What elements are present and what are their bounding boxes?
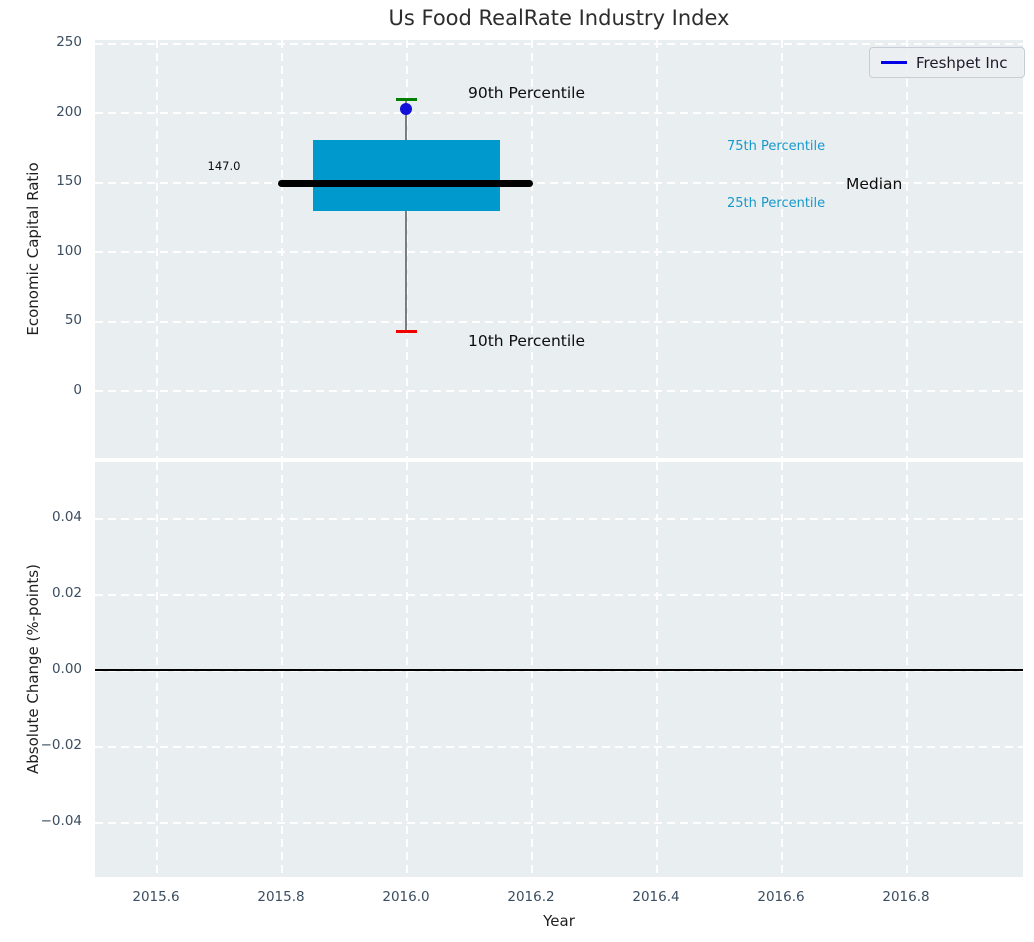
xtick: 2015.8 bbox=[246, 889, 316, 905]
annotation-90th-percentile: 90th Percentile bbox=[468, 84, 585, 102]
gridline-h bbox=[95, 390, 1023, 392]
legend-label: Freshpet Inc bbox=[916, 54, 1008, 72]
gridline-h bbox=[95, 822, 1023, 824]
ytick-top: 250 bbox=[0, 34, 82, 50]
gridline-h bbox=[95, 251, 1023, 253]
annotation-median-value: 147.0 bbox=[200, 159, 248, 173]
gridline-v bbox=[656, 40, 658, 458]
gridline-v bbox=[781, 40, 783, 458]
bottom-plot-area bbox=[95, 462, 1023, 877]
gridline-h bbox=[95, 594, 1023, 596]
gridline-h bbox=[95, 321, 1023, 323]
figure: Us Food RealRate Industry Index 90th Per… bbox=[0, 0, 1034, 942]
ytick-top: 0 bbox=[0, 382, 82, 398]
xtick: 2016.8 bbox=[871, 889, 941, 905]
xtick: 2016.6 bbox=[746, 889, 816, 905]
gridline-v bbox=[906, 40, 908, 458]
chart-title: Us Food RealRate Industry Index bbox=[95, 6, 1023, 30]
whisker-line bbox=[405, 99, 407, 332]
legend-line-sample bbox=[881, 61, 907, 64]
zero-line bbox=[95, 669, 1023, 671]
freshpet-point bbox=[400, 103, 412, 115]
ytick-top: 200 bbox=[0, 104, 82, 120]
y-axis-label-bottom: Absolute Change (%-points) bbox=[24, 564, 42, 774]
top-plot-area: 90th Percentile 10th Percentile 75th Per… bbox=[95, 40, 1023, 458]
p90-cap bbox=[396, 98, 417, 101]
iqr-box bbox=[313, 140, 500, 211]
annotation-10th-percentile: 10th Percentile bbox=[468, 332, 585, 350]
gridline-v bbox=[156, 40, 158, 458]
annotation-median: Median bbox=[846, 175, 902, 193]
ytick-bottom: 0.04 bbox=[0, 509, 82, 525]
xtick: 2016.2 bbox=[496, 889, 566, 905]
p10-cap bbox=[396, 330, 417, 333]
gridline-h bbox=[95, 112, 1023, 114]
annotation-25th-percentile: 25th Percentile bbox=[727, 196, 825, 211]
xtick: 2016.4 bbox=[621, 889, 691, 905]
ytick-bottom: −0.04 bbox=[0, 813, 82, 829]
gridline-v bbox=[531, 40, 533, 458]
legend-box: Freshpet Inc bbox=[869, 47, 1025, 78]
median-line bbox=[278, 180, 533, 187]
xtick: 2015.6 bbox=[121, 889, 191, 905]
gridline-h bbox=[95, 746, 1023, 748]
annotation-75th-percentile: 75th Percentile bbox=[727, 139, 825, 154]
gridline-v bbox=[281, 40, 283, 458]
x-axis-label: Year bbox=[95, 912, 1023, 930]
gridline-h bbox=[95, 518, 1023, 520]
xtick: 2016.0 bbox=[371, 889, 441, 905]
gridline-h bbox=[95, 43, 1023, 45]
y-axis-label-top: Economic Capital Ratio bbox=[24, 162, 42, 335]
